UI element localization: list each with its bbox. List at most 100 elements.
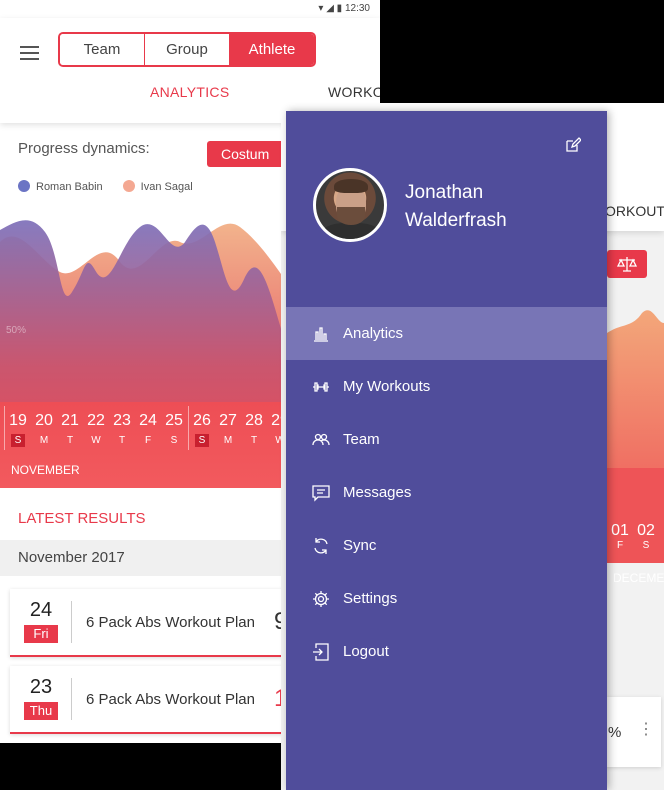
- date-day: 20: [35, 412, 53, 429]
- result-weekday: Fri: [24, 625, 58, 643]
- messages-icon: [312, 485, 330, 502]
- month-label: DECEME: [613, 571, 664, 585]
- menu-item-label: Sync: [343, 537, 377, 554]
- date-weekday: S: [11, 434, 25, 447]
- date-day: 23: [113, 412, 131, 429]
- date-weekday: S: [195, 434, 209, 447]
- navigation-drawer: Jonathan Walderfrash Analytics My Workou…: [286, 111, 607, 790]
- gear-icon: [313, 591, 329, 607]
- date-cell[interactable]: 26 S: [189, 412, 215, 448]
- date-cell[interactable]: 22 W: [83, 412, 109, 448]
- date-weekday: S: [642, 540, 650, 551]
- tab-analytics[interactable]: ANALYTICS: [150, 84, 229, 100]
- month-header-label: November 2017: [18, 549, 125, 566]
- latest-results-title: LATEST RESULTS: [18, 510, 146, 527]
- date-day: 28: [245, 412, 263, 429]
- view-segmented-control: Team Group Athlete: [58, 32, 316, 67]
- date-weekday: W: [91, 435, 101, 446]
- menu-item-label: My Workouts: [343, 378, 431, 395]
- date-weekday: T: [250, 435, 258, 446]
- result-card[interactable]: % ⋮: [606, 697, 661, 767]
- signal-icon: ◢: [326, 3, 334, 14]
- date-cell[interactable]: 23 T: [109, 412, 135, 448]
- divider: [71, 678, 72, 720]
- result-workout-name: 6 Pack Abs Workout Plan: [86, 691, 255, 708]
- result-workout-name: 6 Pack Abs Workout Plan: [86, 614, 255, 631]
- user-name: Jonathan Walderfrash: [405, 182, 507, 231]
- menu-item-team[interactable]: Team: [286, 413, 607, 466]
- battery-icon: ▮: [336, 3, 343, 14]
- scale-icon: [616, 257, 638, 272]
- date-cell[interactable]: 01 F: [608, 522, 632, 551]
- tab-workouts[interactable]: WORKO: [328, 84, 380, 100]
- date-weekday: S: [170, 435, 178, 446]
- avatar[interactable]: [313, 168, 387, 242]
- date-weekday: T: [118, 435, 126, 446]
- menu-icon[interactable]: [20, 42, 39, 64]
- tab-workouts[interactable]: ORKOUT: [605, 203, 664, 219]
- date-weekday: M: [223, 435, 233, 446]
- status-time: 12:30: [344, 3, 370, 14]
- date-day: 22: [87, 412, 105, 429]
- menu-item-sync[interactable]: Sync: [286, 519, 607, 572]
- menu-item-logout[interactable]: Logout: [286, 625, 607, 678]
- legend-label: Ivan Sagal: [140, 181, 193, 193]
- segment-team[interactable]: Team: [60, 34, 145, 65]
- segment-athlete[interactable]: Athlete: [230, 34, 314, 65]
- divider: [71, 601, 72, 643]
- date-weekday: M: [39, 435, 49, 446]
- y-label-100: 100%: [6, 203, 32, 214]
- menu-item-settings[interactable]: Settings: [286, 572, 607, 625]
- scale-button[interactable]: [607, 250, 647, 278]
- date-cell[interactable]: 02 S: [634, 522, 658, 551]
- date-cell[interactable]: 20 M: [31, 412, 57, 448]
- logout-icon: [313, 643, 329, 661]
- legend-item: Ivan Sagal: [122, 180, 193, 193]
- date-day: 02: [637, 522, 655, 539]
- result-day: 23: [29, 676, 53, 698]
- date-day: 27: [219, 412, 237, 429]
- date-cell[interactable]: 28 T: [241, 412, 267, 448]
- menu-item-label: Logout: [343, 643, 389, 660]
- more-icon[interactable]: ⋮: [638, 719, 654, 739]
- menu-item-label: Messages: [343, 484, 412, 501]
- progress-title: Progress dynamics:: [18, 140, 150, 157]
- date-cell[interactable]: 19 S: [5, 412, 31, 448]
- date-day: 21: [61, 412, 79, 429]
- date-day: 19: [9, 412, 27, 429]
- team-icon: [312, 433, 330, 446]
- segment-group[interactable]: Group: [145, 34, 230, 65]
- range-select-button[interactable]: Costum: [207, 141, 292, 167]
- date-weekday: T: [66, 435, 74, 446]
- date-day: 01: [611, 522, 629, 539]
- date-cell[interactable]: 21 T: [57, 412, 83, 448]
- date-day: 26: [193, 412, 211, 429]
- date-day: 25: [165, 412, 183, 429]
- date-weekday: F: [616, 540, 624, 551]
- menu-item-label: Analytics: [343, 325, 404, 342]
- menu-item-messages[interactable]: Messages: [286, 466, 607, 519]
- result-value: %: [608, 724, 622, 741]
- legend-label: Roman Babin: [36, 181, 103, 193]
- result-day: 24: [29, 599, 53, 621]
- wifi-icon: ▾: [318, 3, 324, 14]
- month-label: NOVEMBER: [11, 463, 80, 477]
- menu-item-my-workouts[interactable]: My Workouts: [286, 360, 607, 413]
- date-cell[interactable]: 24 F: [135, 412, 161, 448]
- menu-item-label: Team: [343, 431, 380, 448]
- menu-item-analytics[interactable]: Analytics: [286, 307, 607, 360]
- date-day: 24: [139, 412, 157, 429]
- date-weekday: F: [144, 435, 152, 446]
- date-cell[interactable]: 25 S: [161, 412, 187, 448]
- legend-dot: [18, 180, 30, 192]
- sync-icon: [314, 538, 328, 554]
- status-bar: ▾ ◢ ▮ 12:30: [0, 0, 380, 18]
- legend-dot: [122, 180, 135, 192]
- menu-item-label: Settings: [343, 590, 398, 607]
- chart-legend: Roman Babin Ivan Sagal: [18, 180, 193, 193]
- analytics-icon: [314, 327, 328, 342]
- result-weekday: Thu: [24, 702, 58, 720]
- date-cell[interactable]: 27 M: [215, 412, 241, 448]
- drawer-menu: Analytics My Workouts Team Messages Sync…: [286, 307, 607, 678]
- edit-profile-icon[interactable]: [565, 137, 581, 153]
